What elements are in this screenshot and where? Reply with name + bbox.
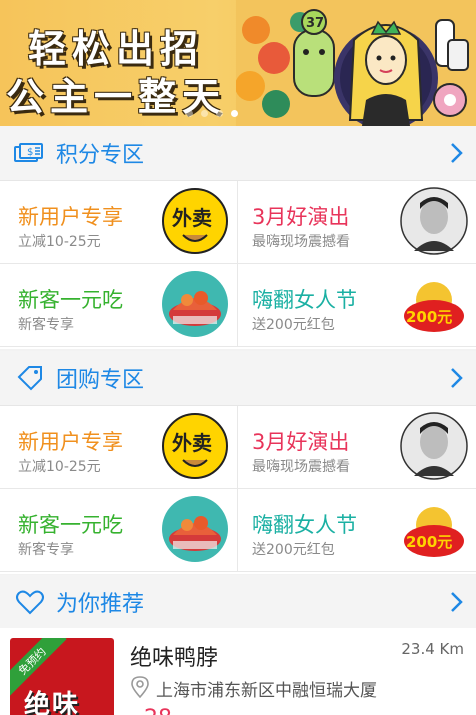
waimai-badge-image: 外卖	[162, 188, 228, 254]
crayfish-basket-image	[162, 271, 228, 337]
money-card-icon: $	[14, 137, 46, 169]
promo-title: 3月好演出	[252, 430, 350, 454]
svg-text:$: $	[27, 147, 33, 158]
promo-title: 新用户专享	[18, 205, 123, 229]
red-packet-label: 200元	[406, 533, 452, 551]
promo-card-performance[interactable]: 3月好演出 最嗨现场震撼看	[238, 406, 476, 489]
promo-subtitle: 立减10-25元	[18, 234, 101, 250]
promo-title: 3月好演出	[252, 205, 350, 229]
chevron-right-icon[interactable]	[446, 365, 466, 391]
promo-subtitle: 立减10-25元	[18, 459, 101, 475]
banner-title-line1: 轻松出招	[28, 27, 205, 71]
promo-card-new-customer[interactable]: 新客一元吃 新客专享	[0, 489, 238, 572]
section-header-group-buy[interactable]: 团购专区	[0, 351, 476, 406]
chevron-right-icon[interactable]	[446, 589, 466, 615]
section-header-recommend[interactable]: 为你推荐	[0, 575, 476, 630]
promo-banner[interactable]: 轻松出招 公主一整天 37	[0, 0, 476, 126]
heart-icon	[14, 586, 46, 618]
section-title: 团购专区	[56, 368, 145, 393]
banner-dot-active[interactable]	[231, 110, 238, 117]
promo-subtitle: 最嗨现场震撼看	[252, 459, 350, 475]
promo-grid-group-buy: 新用户专享 立减10-25元 外卖 3月好演出 最嗨现场震撼看 新客一元吃 新客…	[0, 406, 476, 574]
promo-subtitle: 最嗨现场震撼看	[252, 234, 350, 250]
banner-princess-illustration: 37	[236, 0, 476, 126]
waimai-badge-image: 外卖	[162, 413, 228, 479]
tag-icon	[14, 362, 46, 394]
recommend-list-item[interactable]: 免预约 绝味 绝味鸭脖 23.4 Km 上海市浦东新区中融恒瑞大厦 28	[0, 628, 476, 715]
shop-distance: 23.4 Km	[401, 640, 464, 658]
promo-subtitle: 送200元红包	[252, 317, 335, 333]
shop-thumbnail: 免预约 绝味	[10, 638, 114, 715]
shop-price: 28	[144, 706, 172, 715]
promo-card-new-user[interactable]: 新用户专享 立减10-25元 外卖	[0, 181, 238, 264]
promo-subtitle: 送200元红包	[252, 542, 335, 558]
promo-grid-points: 新用户专享 立减10-25元 外卖 3月好演出 最嗨现场震撼看 新客一元吃 新客…	[0, 181, 476, 349]
section-header-points[interactable]: $ 积分专区	[0, 126, 476, 181]
promo-card-new-customer[interactable]: 新客一元吃 新客专享	[0, 264, 238, 347]
promo-subtitle: 新客专享	[18, 317, 74, 333]
red-packet-image: 200元	[404, 507, 464, 557]
banner-pager[interactable]	[186, 110, 238, 117]
promo-title: 嗨翻女人节	[252, 288, 357, 312]
shop-address: 上海市浦东新区中融恒瑞大厦	[156, 681, 377, 701]
crayfish-basket-image	[162, 496, 228, 562]
banner-art-badge: 37	[306, 16, 324, 31]
promo-title: 嗨翻女人节	[252, 513, 357, 537]
chevron-right-icon[interactable]	[446, 140, 466, 166]
promo-card-womens-day[interactable]: 嗨翻女人节 送200元红包 200元	[238, 264, 476, 347]
shop-name: 绝味鸭脖	[130, 646, 219, 671]
waimai-label: 外卖	[172, 431, 212, 455]
red-packet-image: 200元	[404, 282, 464, 332]
banner-dot[interactable]	[216, 110, 223, 117]
promo-title: 新客一元吃	[18, 513, 123, 537]
promo-card-new-user[interactable]: 新用户专享 立减10-25元 外卖	[0, 406, 238, 489]
section-title: 积分专区	[56, 143, 145, 168]
performer-portrait-image	[400, 187, 468, 255]
promo-card-performance[interactable]: 3月好演出 最嗨现场震撼看	[238, 181, 476, 264]
location-pin-icon	[131, 676, 149, 698]
banner-dot[interactable]	[201, 110, 208, 117]
banner-dot[interactable]	[186, 110, 193, 117]
performer-portrait-image	[400, 412, 468, 480]
section-title: 为你推荐	[56, 592, 145, 617]
promo-subtitle: 新客专享	[18, 542, 74, 558]
promo-card-womens-day[interactable]: 嗨翻女人节 送200元红包 200元	[238, 489, 476, 572]
promo-title: 新客一元吃	[18, 288, 123, 312]
shop-brand-logo: 绝味	[24, 690, 81, 715]
waimai-label: 外卖	[172, 206, 212, 230]
promo-title: 新用户专享	[18, 430, 123, 454]
red-packet-label: 200元	[406, 308, 452, 326]
